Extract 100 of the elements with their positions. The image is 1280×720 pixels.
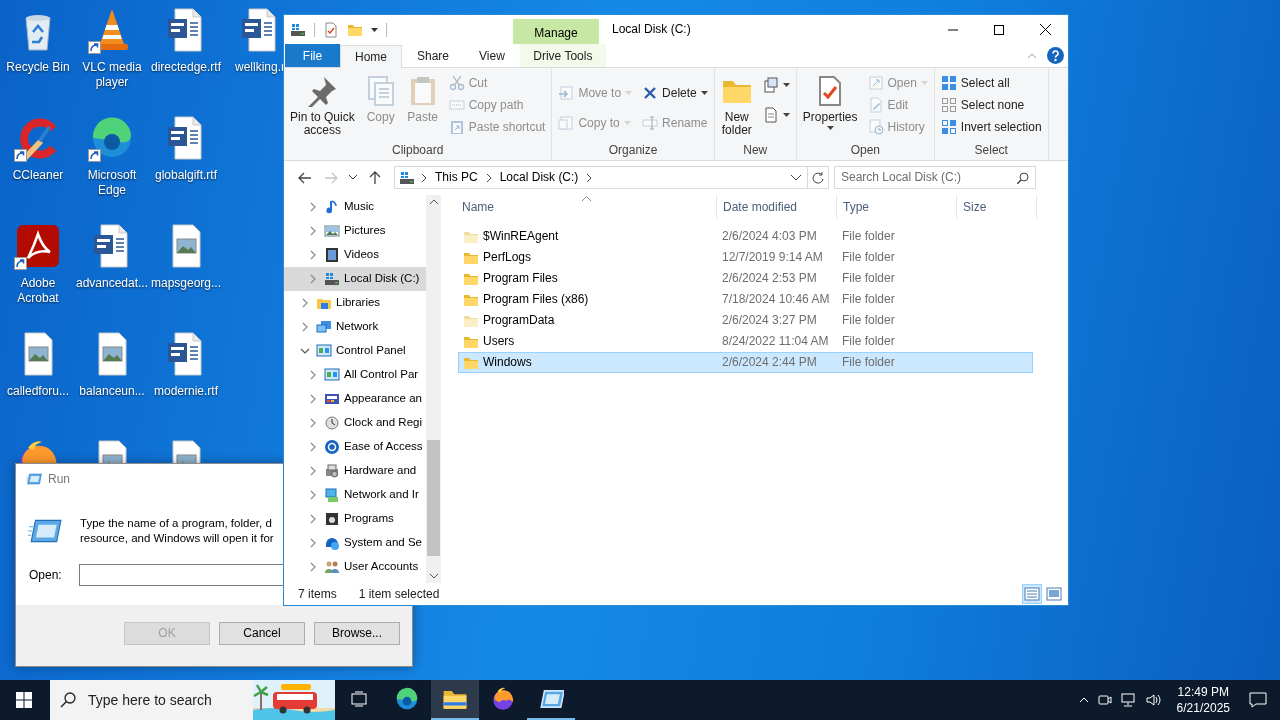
nav-item[interactable]: System and Se <box>284 531 426 555</box>
shortcut-arrow-icon <box>14 257 27 270</box>
collapse-ribbon-icon[interactable] <box>1027 52 1037 59</box>
file-row[interactable]: Program Files 2/6/2024 2:53 PM File folder <box>458 268 1033 289</box>
nav-item[interactable]: Clock and Regi <box>284 411 426 435</box>
chevron-up-icon[interactable] <box>1078 697 1089 703</box>
nav-item[interactable]: Network <box>284 315 426 339</box>
taskbar-search-field[interactable]: Type here to search <box>50 680 335 720</box>
network-icon <box>316 319 332 335</box>
ribbon-tab[interactable]: Share <box>402 44 465 67</box>
new-item-icon <box>762 77 779 93</box>
task-view-icon <box>351 691 367 707</box>
nav-item[interactable]: Pictures <box>284 219 426 243</box>
desktop-icon-label[interactable]: Recycle Bin <box>6 60 70 75</box>
large-icons-view-icon <box>1046 586 1062 602</box>
ribbon-button[interactable]: Pin to Quick access <box>287 71 358 142</box>
column-header[interactable]: Date modified <box>717 195 837 219</box>
meet-icon[interactable] <box>1097 693 1112 707</box>
file-type: File folder <box>841 292 896 307</box>
desktop-icon-label[interactable]: modernie.rtf <box>154 384 218 399</box>
taskbar-app-button[interactable] <box>431 680 479 720</box>
chevron-down-icon[interactable] <box>791 174 801 181</box>
nav-item[interactable]: Local Disk (C:) <box>284 267 426 291</box>
scrollbar[interactable] <box>426 195 441 583</box>
pin-icon <box>306 75 339 107</box>
caret-icon <box>623 121 631 125</box>
desktop-icon-label[interactable]: VLC media player <box>75 60 149 90</box>
nav-item[interactable]: Network and Ir <box>284 483 426 507</box>
desktop-icon-label[interactable]: balanceun... <box>79 384 145 399</box>
desktop-icon-label[interactable]: globalgift.rtf <box>154 168 217 183</box>
nav-item[interactable]: Ease of Access <box>284 435 426 459</box>
desktop-icon-label[interactable]: advancedat... <box>75 276 149 291</box>
nav-item[interactable]: Videos <box>284 243 426 267</box>
scroll-up-icon[interactable] <box>429 199 438 204</box>
ribbon-tab[interactable]: View <box>464 44 520 67</box>
breadcrumb-link[interactable]: This PC <box>433 170 480 185</box>
desktop-icon-label[interactable]: wellking.r <box>235 60 285 75</box>
file-row[interactable]: ProgramData 2/6/2024 3:27 PM File folder <box>458 310 1033 331</box>
pdf-icon[interactable] <box>14 222 62 270</box>
scroll-down-icon[interactable] <box>429 574 438 579</box>
help-icon[interactable] <box>1047 47 1064 64</box>
address-bar[interactable]: This PC Local Disk (C:) <box>394 166 829 189</box>
desktop-icon-label[interactable]: mapsgeorg... <box>150 276 221 291</box>
ribbon-tab[interactable]: Home <box>340 45 402 68</box>
column-header[interactable]: Type <box>837 195 957 219</box>
up-arrow-icon <box>368 170 382 185</box>
file-name: Users <box>483 334 515 349</box>
users-icon <box>324 559 340 575</box>
breadcrumb-chevron-icon[interactable] <box>420 172 428 183</box>
ribbon-button[interactable]: Select all <box>937 72 1045 94</box>
search-icon <box>1017 171 1029 184</box>
control-panel-icon <box>324 367 340 383</box>
caret-icon <box>782 83 790 87</box>
search-icon <box>60 692 76 708</box>
scissors-icon <box>448 75 465 91</box>
nav-item[interactable]: Music <box>284 195 426 219</box>
desktop-icon-label[interactable]: CCleaner <box>12 168 64 183</box>
breadcrumb-link[interactable]: Local Disk (C:) <box>497 170 581 185</box>
desktop-icon-label[interactable]: Microsoft Edge <box>75 168 149 198</box>
ribbon-tab[interactable]: File <box>285 44 340 67</box>
desktop-icon-label[interactable]: directedge.rtf <box>150 60 221 75</box>
desktop-icon-label[interactable]: calledforu... <box>6 384 69 399</box>
file-row[interactable]: Windows 2/6/2024 2:44 PM File folder <box>458 352 1033 373</box>
breadcrumb-chevron-icon[interactable] <box>585 172 594 183</box>
ribbon-button[interactable]: New folder <box>717 71 756 142</box>
search-field[interactable]: Search Local Disk (C:) <box>834 166 1036 189</box>
file-row[interactable]: PerfLogs 12/7/2019 9:14 AM File folder <box>458 247 1033 268</box>
nav-item[interactable]: All Control Par <box>284 363 426 387</box>
speaker-icon[interactable] <box>1145 693 1162 707</box>
ribbon-button[interactable]: Properties <box>799 71 861 142</box>
ribbon-button[interactable]: Invert selection <box>937 116 1045 138</box>
taskbar-clock[interactable]: 12:49 PM 6/21/2025 <box>1170 684 1236 716</box>
dialog-button[interactable]: Browse... <box>314 622 400 645</box>
network-icon[interactable] <box>1120 693 1137 707</box>
display-icon <box>324 391 340 407</box>
nav-item[interactable]: Libraries <box>284 291 426 315</box>
column-header[interactable]: Size <box>957 195 1037 219</box>
date-modified: 2/6/2024 2:53 PM <box>721 271 818 286</box>
file-row[interactable]: Users 8/24/2022 11:04 AM File folder <box>458 331 1033 352</box>
nav-item[interactable]: Programs <box>284 507 426 531</box>
breadcrumb-chevron-icon[interactable] <box>484 172 493 183</box>
file-row[interactable]: Program Files (x86) 7/18/2024 10:46 AM File folder <box>458 289 1033 310</box>
open-field[interactable] <box>78 564 285 586</box>
caret-icon[interactable] <box>371 27 378 32</box>
refresh-icon[interactable] <box>812 171 824 184</box>
file-row[interactable]: $WinREAgent 2/6/2024 4:03 PM File folder <box>458 226 1033 247</box>
view-mode-button[interactable] <box>1044 584 1064 604</box>
ribbon-button[interactable]: Select none <box>937 94 1045 116</box>
dialog-button[interactable]: Cancel <box>219 622 305 645</box>
grid-icon <box>940 119 957 135</box>
desktop-icon-label[interactable]: Adobe Acrobat <box>1 276 75 306</box>
nav-item[interactable]: Hardware and <box>284 459 426 483</box>
notification-icon[interactable] <box>1249 692 1267 708</box>
nav-item[interactable]: User Accounts <box>284 555 426 579</box>
column-header[interactable]: Name <box>456 195 717 219</box>
printer-icon <box>324 463 340 479</box>
nav-item[interactable]: Appearance an <box>284 387 426 411</box>
nav-item[interactable]: Control Panel <box>284 339 426 363</box>
ribbon-button[interactable]: Delete <box>639 82 711 104</box>
ribbon-tab[interactable]: Drive Tools <box>519 44 606 67</box>
